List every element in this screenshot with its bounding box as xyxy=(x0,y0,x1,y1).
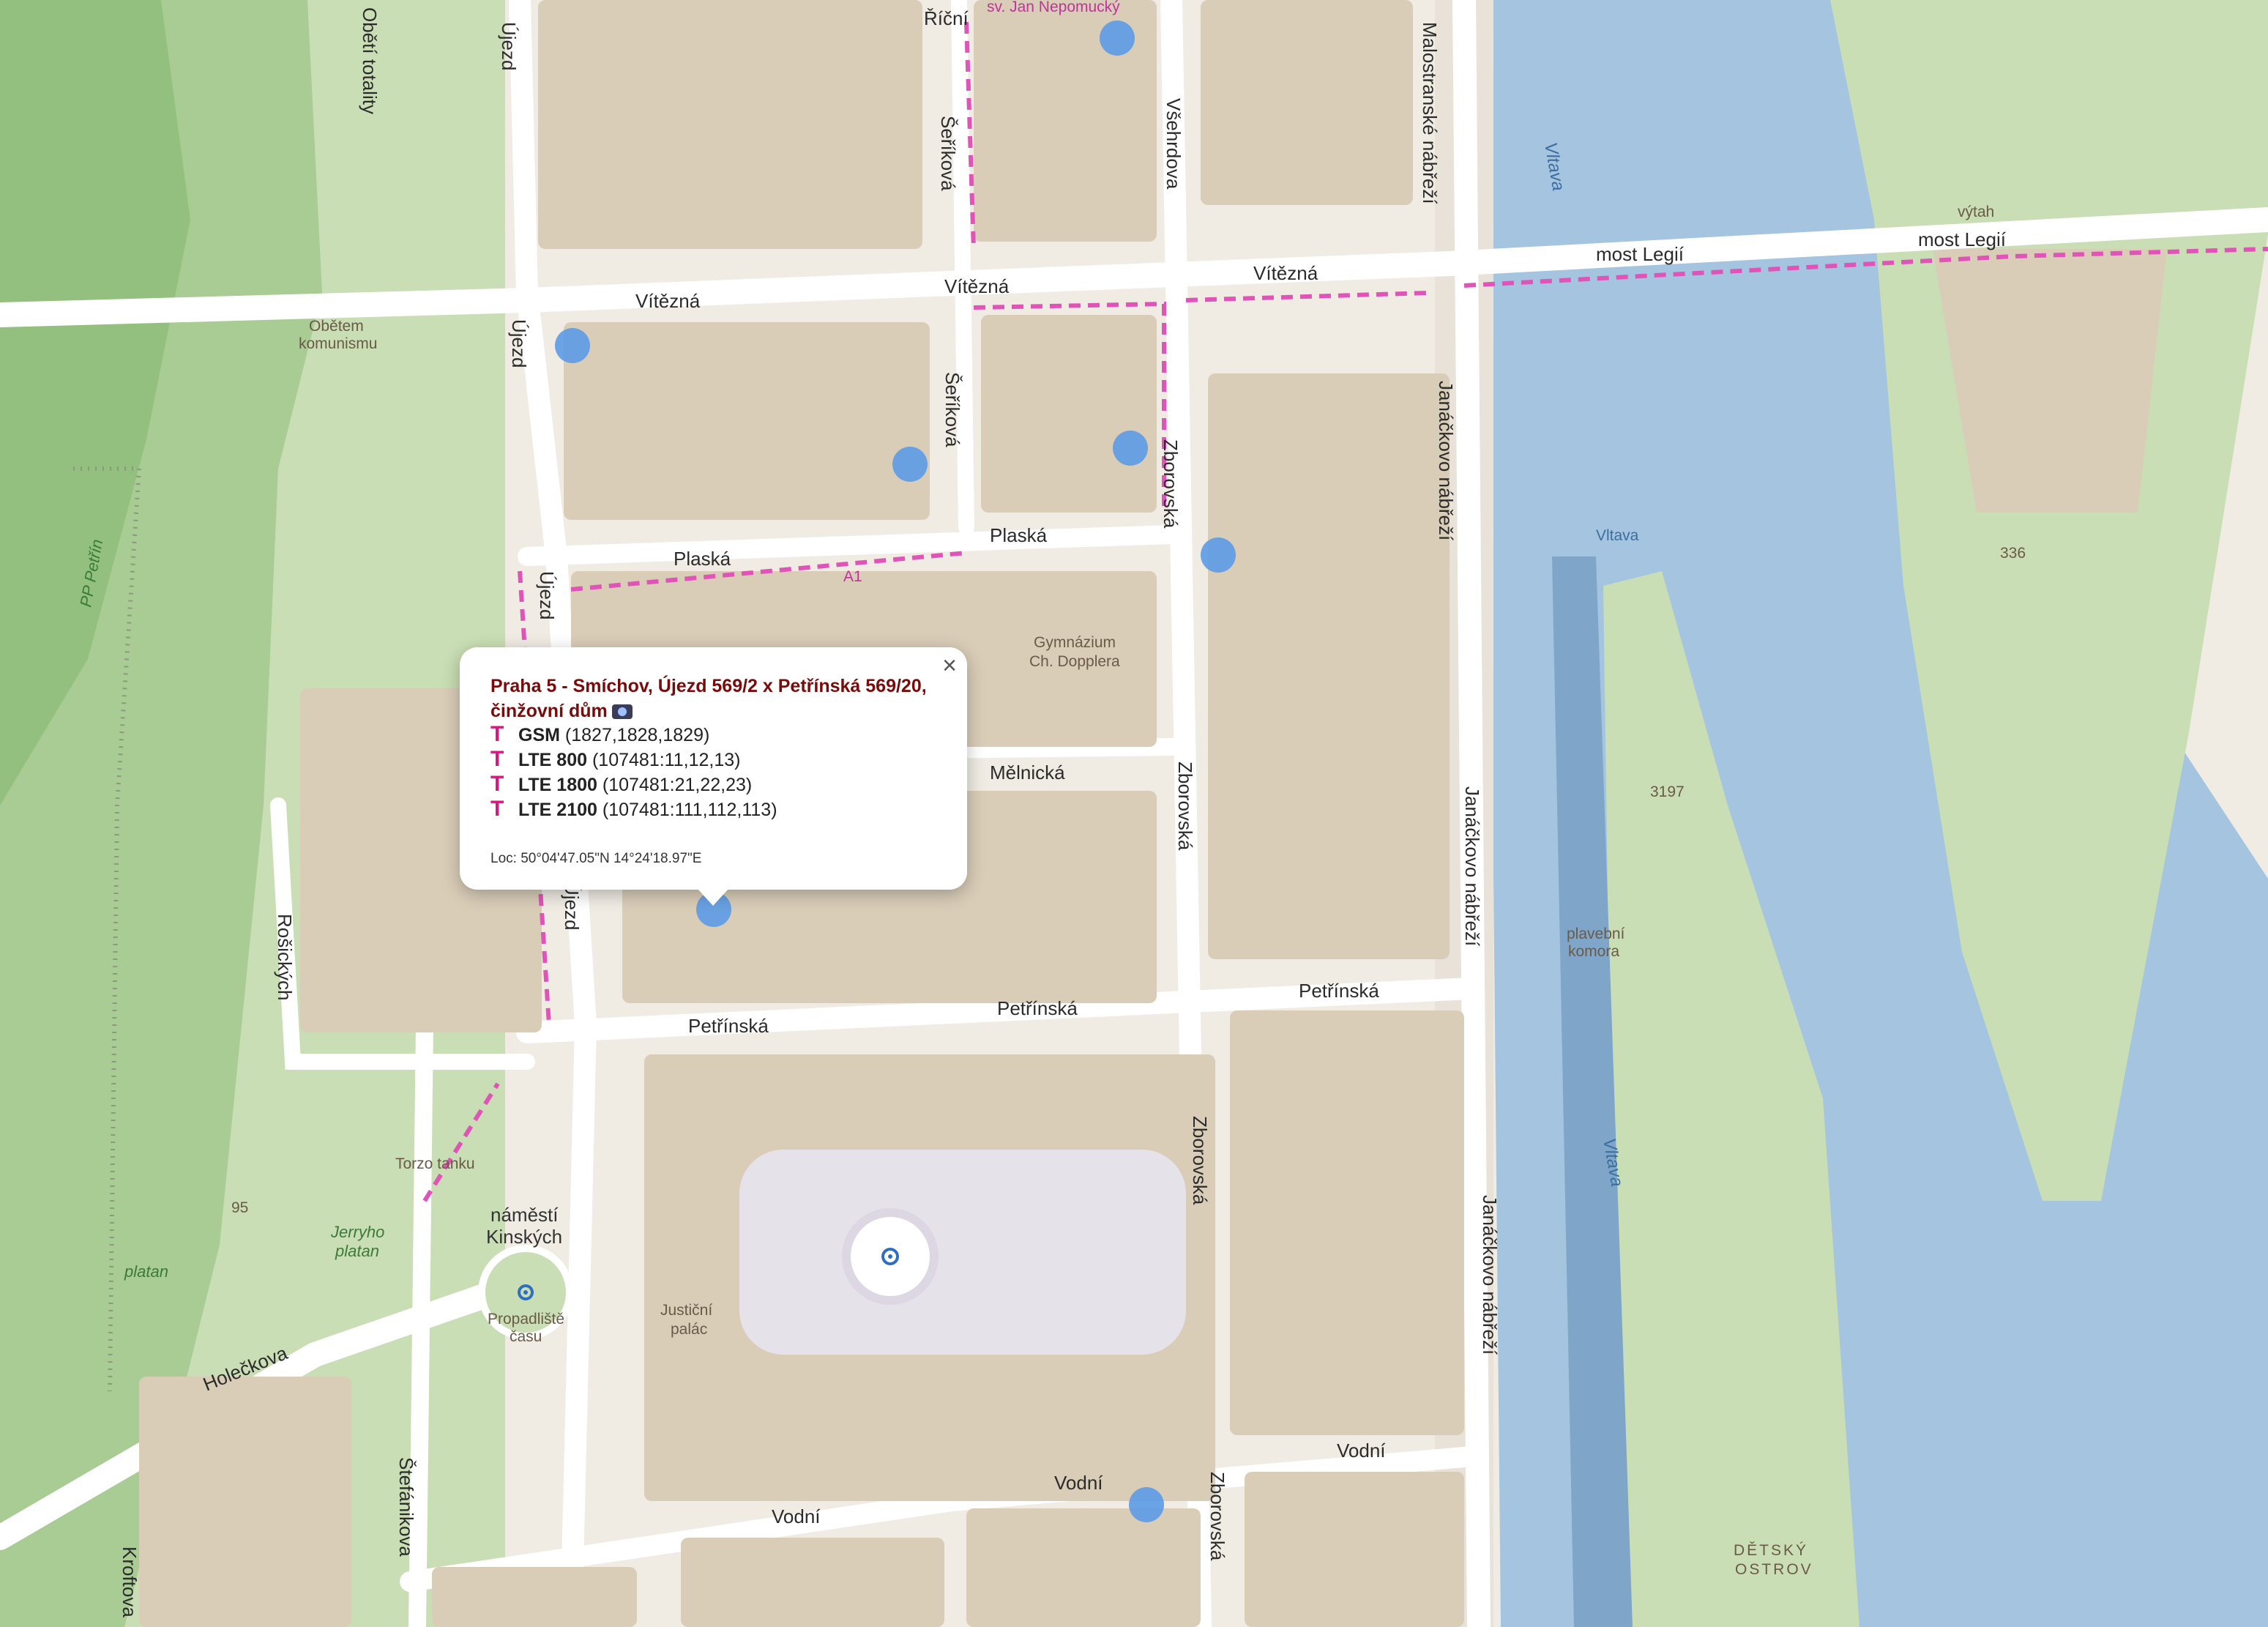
street-plaska: Plaská xyxy=(990,524,1048,546)
street-vodni: Vodní xyxy=(772,1505,821,1527)
popup-entry: T LTE 2100 (107481:111,112,113) xyxy=(490,797,777,821)
t-mobile-icon: T xyxy=(490,772,504,796)
poi-obetem: komunismu xyxy=(299,335,377,352)
street-zborovska: Zborovská xyxy=(1189,1116,1211,1205)
cell-marker[interactable] xyxy=(1113,431,1148,466)
poi-gymnazium: Gymnázium xyxy=(1034,634,1116,651)
poi-namesti: náměstí xyxy=(490,1204,559,1226)
popup-title: Praha 5 - Smíchov, Újezd 569/2 x Petříns… xyxy=(490,676,927,721)
poi-justicni: palác xyxy=(671,1321,707,1338)
popup-entry: T LTE 1800 (107481:21,22,23) xyxy=(490,772,753,796)
poi-plavebni: plavební xyxy=(1567,926,1625,942)
street-plaska: Plaská xyxy=(674,548,731,570)
camera-icon[interactable] xyxy=(611,704,633,720)
poi-detsky: OSTROV xyxy=(1735,1561,1813,1578)
street-petrinska: Petřínská xyxy=(997,997,1078,1019)
street-sefikova: Šeříková xyxy=(941,372,963,447)
street-vodni: Vodní xyxy=(1054,1472,1103,1494)
street-janackovo: Janáčkovo nábřeží xyxy=(1479,1195,1501,1355)
street-obeti: Obětí totality xyxy=(359,7,381,114)
street-zborovska: Zborovská xyxy=(1174,762,1196,851)
popup-entry: T LTE 800 (107481:11,12,13) xyxy=(490,747,741,771)
street-ujezd: Újezd xyxy=(536,571,558,619)
street-most-legii: most Legií xyxy=(1596,243,1685,265)
poi-torzo: Torzo tanku xyxy=(395,1155,475,1172)
house-number: 3197 xyxy=(1650,783,1685,800)
close-icon[interactable]: × xyxy=(942,653,957,678)
poi-vytah: výtah xyxy=(1958,204,1994,220)
street-kroftova: Kroftova xyxy=(119,1546,141,1617)
cell-marker[interactable] xyxy=(1100,21,1135,56)
street-vodni: Vodní xyxy=(1337,1440,1386,1462)
street-most-legii: most Legií xyxy=(1918,228,2007,250)
street-rosickych: Rošických xyxy=(274,914,296,1000)
poi-propadliste: času xyxy=(510,1328,542,1345)
route-a1: A1 xyxy=(843,568,862,585)
poi-namesti: Kinských xyxy=(486,1226,562,1248)
street-petrinska: Petřínská xyxy=(1299,980,1379,1002)
t-mobile-icon: T xyxy=(490,747,504,771)
park-jerryho: Jerryho xyxy=(330,1223,384,1241)
popup-tip xyxy=(697,888,729,906)
park-jerryho: platan xyxy=(335,1242,379,1260)
street-malostranske: Malostranské nábřeží xyxy=(1419,22,1441,204)
poi-gymnazium: Ch. Dopplera xyxy=(1029,653,1120,670)
street-ujezd: Újezd xyxy=(498,22,520,70)
cell-marker[interactable] xyxy=(892,447,928,482)
street-janackovo: Janáčkovo nábřeží xyxy=(1435,381,1457,541)
popup-entry: T GSM (1827,1828,1829) xyxy=(490,722,710,746)
street-janackovo: Janáčkovo nábřeží xyxy=(1461,786,1483,947)
popup-location: Loc: 50°04'47.05"N 14°24'18.97"E xyxy=(490,851,702,866)
poi-propadliste: Propadliště xyxy=(488,1311,564,1328)
house-number: 336 xyxy=(2000,545,2026,562)
cell-marker[interactable] xyxy=(1129,1487,1164,1522)
street-vitezna: Vítězná xyxy=(635,290,701,312)
t-mobile-icon: T xyxy=(490,797,504,821)
cell-marker[interactable] xyxy=(555,328,590,363)
street-ricni: Říční xyxy=(924,7,969,29)
street-zborovska: Zborovská xyxy=(1160,439,1182,529)
park-platan: platan xyxy=(124,1262,168,1281)
poi-justicni: Justiční xyxy=(660,1302,712,1319)
street-vitezna: Vítězná xyxy=(944,275,1010,297)
cell-marker[interactable] xyxy=(1201,537,1236,573)
street-stefanikova: Štefánikova xyxy=(395,1457,417,1557)
house-number: 95 xyxy=(231,1199,248,1216)
poi-obetem: Obětem xyxy=(309,318,364,335)
poi-nepomucky: sv. Jan Nepomucký xyxy=(987,0,1120,15)
street-sefikova: Šeříková xyxy=(937,116,959,191)
street-vsehrdova: Všehrdova xyxy=(1163,98,1185,190)
t-mobile-icon: T xyxy=(490,722,504,746)
street-petrinska: Petřínská xyxy=(688,1015,769,1037)
street-vitezna: Vítězná xyxy=(1253,262,1318,284)
water-vltava: Vltava xyxy=(1596,527,1639,544)
map-canvas[interactable]: Vítězná Vítězná Vítězná most Legií most … xyxy=(0,0,2268,1627)
poi-plavebni: komora xyxy=(1568,943,1619,960)
poi-detsky: DĚTSKÝ xyxy=(1734,1542,1808,1559)
street-melnicka: Mělnická xyxy=(990,762,1065,783)
cell-info-popup: × Praha 5 - Smíchov, Újezd 569/2 x Petří… xyxy=(460,647,967,906)
street-ujezd: Újezd xyxy=(508,319,530,368)
street-zborovska: Zborovská xyxy=(1206,1472,1228,1561)
